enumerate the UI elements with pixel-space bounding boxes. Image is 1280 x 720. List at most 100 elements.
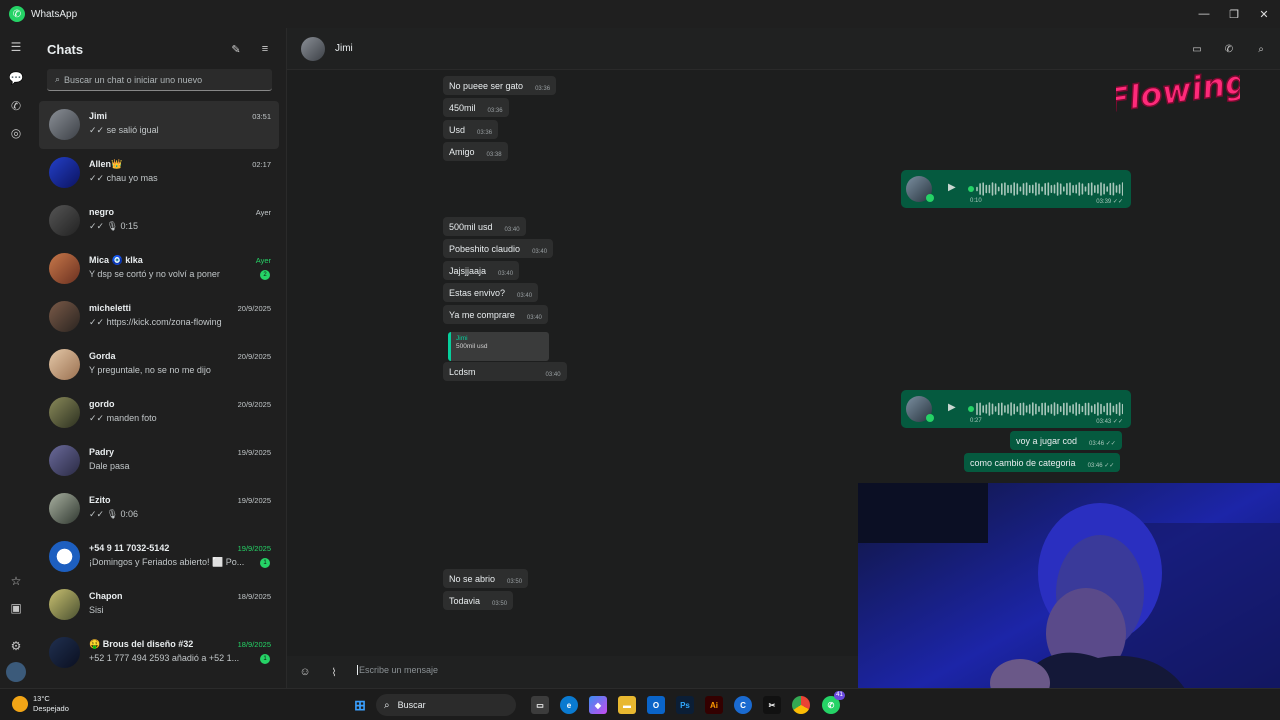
- contact-name[interactable]: Jimi: [335, 43, 353, 54]
- chat-item-allen[interactable]: Allen👑 ✓✓ chau yo mas 02:17: [39, 149, 279, 197]
- waveform[interactable]: [968, 401, 1123, 417]
- menu-icon[interactable]: ☰: [6, 37, 26, 57]
- emoji-icon[interactable]: ☺: [297, 664, 313, 680]
- chat-last-message: +52 1 777 494 2593 añadió a +52 1...: [89, 653, 240, 663]
- edge-icon[interactable]: e: [560, 696, 578, 714]
- incoming-message[interactable]: 500mil usd 03:40: [443, 217, 526, 236]
- photoshop-icon[interactable]: Ps: [676, 696, 694, 714]
- status-icon[interactable]: ◎: [6, 123, 26, 143]
- play-icon[interactable]: ▶: [948, 402, 956, 413]
- avatar: [49, 253, 80, 284]
- avatar: [49, 445, 80, 476]
- webcam-overlay: [858, 483, 1280, 720]
- start-icon[interactable]: ⊞: [351, 696, 369, 714]
- chat-time: 03:51: [252, 112, 271, 121]
- incoming-message[interactable]: Lcdsm 03:40: [443, 362, 567, 381]
- close-button[interactable]: ✕: [1248, 0, 1280, 28]
- taskbar-search[interactable]: ⌕ Buscar: [376, 694, 516, 716]
- search-icon: ⌕: [384, 699, 390, 711]
- incoming-message[interactable]: Pobeshito claudio 03:40: [443, 239, 554, 258]
- chat-item-business[interactable]: +54 9 11 7032-5142 ¡Domingos y Feriados …: [39, 533, 279, 581]
- task-view-icon[interactable]: ▭: [531, 696, 549, 714]
- chat-name: Chapon: [89, 591, 123, 601]
- chat-last-message: Dale pasa: [89, 461, 130, 471]
- chat-name: Padry: [89, 447, 115, 457]
- chat-name: Mica 🧿 klka: [89, 255, 143, 265]
- copilot-icon[interactable]: ◆: [589, 696, 607, 714]
- maximize-button[interactable]: ❐: [1218, 0, 1250, 28]
- outgoing-message[interactable]: voy a jugar cod 03:46 ✓✓: [1010, 431, 1122, 450]
- chat-item-ezito[interactable]: Ezito ✓✓ 🎙 0:06 19/9/2025: [39, 485, 279, 533]
- incoming-message[interactable]: Ya me comprare 03:40: [443, 305, 548, 324]
- incoming-message[interactable]: Usd 03:36: [443, 120, 499, 139]
- play-icon[interactable]: ▶: [948, 182, 956, 193]
- incoming-message[interactable]: Estas envivo? 03:40: [443, 283, 539, 302]
- minimize-button[interactable]: —: [1188, 0, 1220, 28]
- message-input[interactable]: Escribe un mensaje: [357, 665, 438, 675]
- settings-icon[interactable]: ⚙: [6, 636, 26, 656]
- weather-widget[interactable]: 13°C Despejado: [12, 694, 69, 714]
- file-explorer-icon[interactable]: ▬: [618, 696, 636, 714]
- incoming-message[interactable]: No se abrio 03:50: [443, 569, 529, 588]
- chat-item-negro[interactable]: negro ✓✓ 🎙 0:15 Ayer: [39, 197, 279, 245]
- taskbar: 13°C Despejado ⊞ ⌕ Buscar ▭ e ◆ ▬ O Ps A…: [0, 688, 1280, 720]
- chat-item-mica[interactable]: Mica 🧿 klka Y dsp se cortó y no volví a …: [39, 245, 279, 293]
- quote-author: Jimi: [456, 335, 468, 342]
- search-icon[interactable]: ⌕: [1253, 41, 1269, 57]
- chat-name: negro: [89, 207, 115, 217]
- chat-search-input[interactable]: ⌕ Buscar un chat o iniciar uno nuevo: [47, 69, 272, 91]
- chat-item-gordo[interactable]: gordo ✓✓ manden foto 20/9/2025: [39, 389, 279, 437]
- voice-note[interactable]: ▶ 0:27 03:43 ✓✓: [901, 390, 1131, 428]
- chat-item-gorda[interactable]: Gorda Y preguntale, no se no me dijo 20/…: [39, 341, 279, 389]
- browser-icon[interactable]: C: [734, 696, 752, 714]
- incoming-message[interactable]: Amigo 03:38: [443, 142, 508, 161]
- profile-avatar[interactable]: [6, 662, 26, 682]
- search-placeholder: Buscar un chat o iniciar uno nuevo: [64, 74, 203, 85]
- search-icon: ⌕: [55, 74, 61, 84]
- contact-avatar[interactable]: [301, 37, 325, 61]
- chat-name: 🤑 Brous del diseño #32: [89, 639, 194, 649]
- chat-item-micheletti[interactable]: micheletti ✓✓ https://kick.com/zona-flow…: [39, 293, 279, 341]
- archive-icon[interactable]: ▣: [6, 598, 26, 618]
- chats-icon[interactable]: 💬: [6, 68, 26, 88]
- filter-icon[interactable]: ≡: [257, 41, 273, 57]
- calls-icon[interactable]: ✆: [6, 96, 26, 116]
- chat-last-message: ✓✓ https://kick.com/zona-flowing: [89, 317, 222, 327]
- chat-item-jimi[interactable]: Jimi ✓✓ se salió igual 03:51: [39, 101, 279, 149]
- new-chat-icon[interactable]: ✎: [228, 41, 244, 57]
- incoming-message[interactable]: 450mil 03:36: [443, 98, 509, 117]
- chat-last-message: ¡Domingos y Feriados abierto! ⬜ Po...: [89, 557, 245, 567]
- search-label: Buscar: [397, 700, 426, 710]
- waveform[interactable]: [968, 181, 1123, 197]
- chat-time: 19/9/2025: [237, 448, 271, 457]
- voice-note[interactable]: ▶ 0:10 03:39 ✓✓: [901, 170, 1131, 208]
- chat-last-message: Y preguntale, no se no me dijo: [89, 365, 211, 375]
- outgoing-message[interactable]: como cambio de categoria 03:46 ✓✓: [964, 453, 1121, 472]
- capcut-icon[interactable]: ✂: [763, 696, 781, 714]
- incoming-message[interactable]: Todavia 03:50: [443, 591, 514, 610]
- chat-item-brous[interactable]: 🤑 Brous del diseño #32 +52 1 777 494 259…: [39, 629, 279, 677]
- chrome-icon[interactable]: [792, 696, 810, 714]
- chat-name: Ezito: [89, 495, 111, 505]
- illustrator-icon[interactable]: Ai: [705, 696, 723, 714]
- starred-icon[interactable]: ☆: [6, 571, 26, 591]
- chat-time: 18/9/2025: [237, 592, 271, 601]
- chat-time: 19/9/2025: [237, 544, 271, 553]
- quote-text: 500mil usd: [456, 343, 488, 350]
- chat-time: Ayer: [255, 256, 271, 265]
- chat-item-padry[interactable]: Padry Dale pasa 19/9/2025: [39, 437, 279, 485]
- chat-name: Jimi: [89, 111, 108, 121]
- chat-item-chapon[interactable]: Chapon Sisi 18/9/2025: [39, 581, 279, 629]
- voice-call-icon[interactable]: ✆: [1221, 41, 1237, 57]
- incoming-message[interactable]: Jajsjjaaja 03:40: [443, 261, 520, 280]
- incoming-message[interactable]: No pueee ser gato 03:36: [443, 76, 557, 95]
- outlook-icon[interactable]: O: [647, 696, 665, 714]
- mic-icon: [926, 194, 934, 202]
- quoted-message[interactable]: Jimi 500mil usd: [448, 332, 549, 361]
- attach-icon[interactable]: ⌇: [326, 664, 342, 680]
- video-call-icon[interactable]: ▭: [1189, 41, 1205, 57]
- brand-logo: Flowing: [1116, 62, 1240, 121]
- svg-text:Flowing: Flowing: [1116, 62, 1240, 119]
- chat-time: Ayer: [255, 208, 271, 217]
- sun-icon: [12, 696, 28, 712]
